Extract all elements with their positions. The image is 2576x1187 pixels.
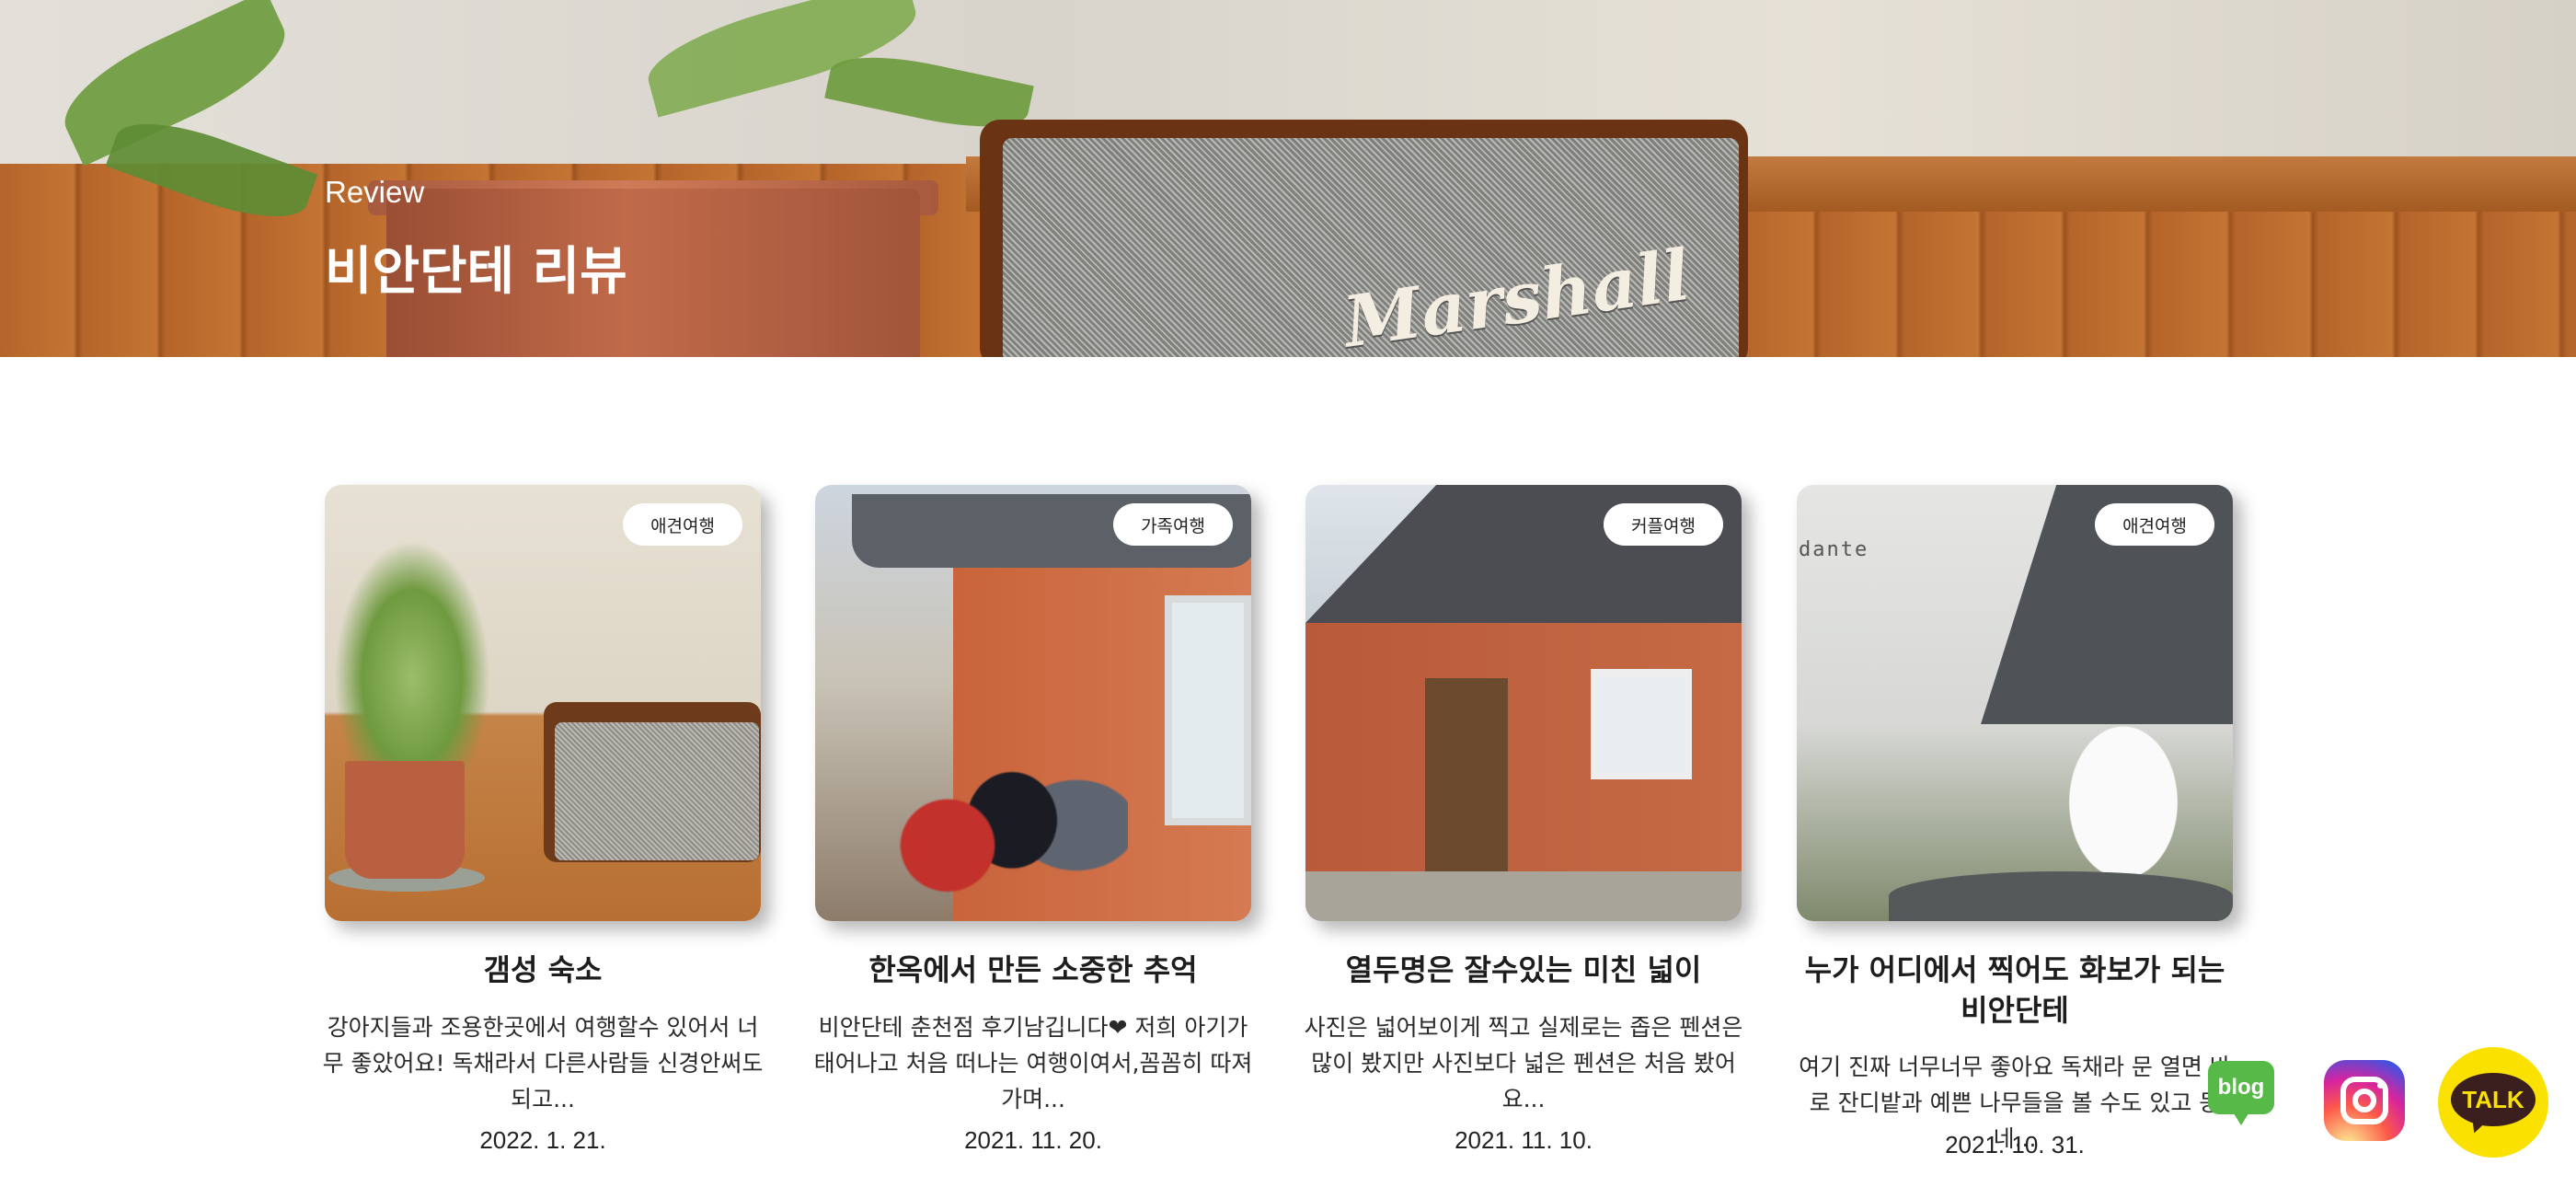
review-thumbnail[interactable]: 애견여행: [325, 485, 761, 921]
thumbnail-image: dante: [1797, 485, 2233, 921]
kakaotalk-button[interactable]: TALK: [2438, 1047, 2548, 1158]
review-title[interactable]: 한옥에서 만든 소중한 추억: [806, 950, 1260, 990]
category-badge: 커플여행: [1604, 503, 1723, 546]
family-shape: [870, 669, 1128, 921]
hero-banner: Marshall Review 비안단테 리뷰: [0, 0, 2576, 357]
thumbnail-image: [325, 485, 761, 921]
review-thumbnail[interactable]: 가족여행: [815, 485, 1251, 921]
dog-shape: [2054, 706, 2192, 899]
pot-shape: [345, 761, 465, 879]
blog-icon: blog: [2208, 1061, 2274, 1114]
window-shape: [1165, 595, 1251, 825]
thumbnail-image: [1305, 485, 1742, 921]
speaker-grill-shape: [555, 722, 759, 860]
review-card[interactable]: dante 애견여행 누가 어디에서 찍어도 화보가 되는 비안단테 여기 진짜…: [1797, 485, 2233, 1184]
plant-shape: [334, 540, 490, 770]
review-thumbnail[interactable]: 커플여행: [1305, 485, 1742, 921]
door-shape: [1425, 678, 1508, 890]
kakaotalk-icon: TALK: [2451, 1073, 2536, 1126]
review-card[interactable]: 커플여행 열두명은 잘수있는 미친 넓이 사진은 넓어보이게 찍고 실제로는 좁…: [1305, 485, 1742, 1184]
instagram-lens-icon: [2352, 1089, 2376, 1112]
category-badge: 애견여행: [2095, 503, 2214, 546]
review-list: 애견여행 갬성 숙소 강아지들과 조용한곳에서 여행할수 있어서 너무 좋았어요…: [323, 485, 2233, 1184]
category-badge: 가족여행: [1113, 503, 1233, 546]
review-date: 2022. 1. 21.: [479, 1126, 606, 1154]
review-title[interactable]: 누가 어디에서 찍어도 화보가 되는 비안단테: [1788, 950, 2242, 1031]
image-watermark: dante: [1799, 538, 1869, 561]
instagram-button[interactable]: [2324, 1060, 2405, 1141]
window-shape: [1591, 669, 1692, 779]
instagram-dot-icon: [2377, 1082, 2384, 1089]
rock-shape: [1889, 871, 2233, 921]
blog-button[interactable]: blog: [2208, 1061, 2274, 1125]
blog-icon-tail: [2232, 1111, 2250, 1125]
review-date: 2021. 11. 20.: [964, 1126, 1102, 1154]
review-date: 2021. 11. 10.: [1455, 1126, 1593, 1154]
review-thumbnail[interactable]: dante 애견여행: [1797, 485, 2233, 921]
hero-subtitle: Review: [325, 175, 425, 209]
review-date: 2021. 10. 31.: [1945, 1131, 2085, 1158]
review-card[interactable]: 가족여행 한옥에서 만든 소중한 추억 비안단테 춘천점 후기남깁니다❤ 저희 …: [814, 485, 1252, 1184]
review-excerpt: 강아지들과 조용한곳에서 여행할수 있어서 너무 좋았어요! 독채라서 다른사람…: [322, 1014, 764, 1112]
review-card[interactable]: 애견여행 갬성 숙소 강아지들과 조용한곳에서 여행할수 있어서 너무 좋았어요…: [323, 485, 763, 1184]
review-excerpt: 사진은 넓어보이게 찍고 실제로는 좁은 펜션은 많이 봤지만 사진보다 넓은 …: [1304, 1014, 1743, 1112]
thumbnail-image: [815, 485, 1251, 921]
review-title[interactable]: 열두명은 잘수있는 미친 넓이: [1296, 950, 1751, 990]
category-badge: 애견여행: [623, 503, 742, 546]
review-title[interactable]: 갬성 숙소: [316, 950, 770, 990]
review-excerpt: 비안단테 춘천점 후기남깁니다❤ 저희 아기가 태어나고 처음 떠나는 여행이여…: [813, 1014, 1253, 1112]
ground-shape: [1305, 871, 1742, 921]
page-title: 비안단테 리뷰: [325, 242, 627, 302]
